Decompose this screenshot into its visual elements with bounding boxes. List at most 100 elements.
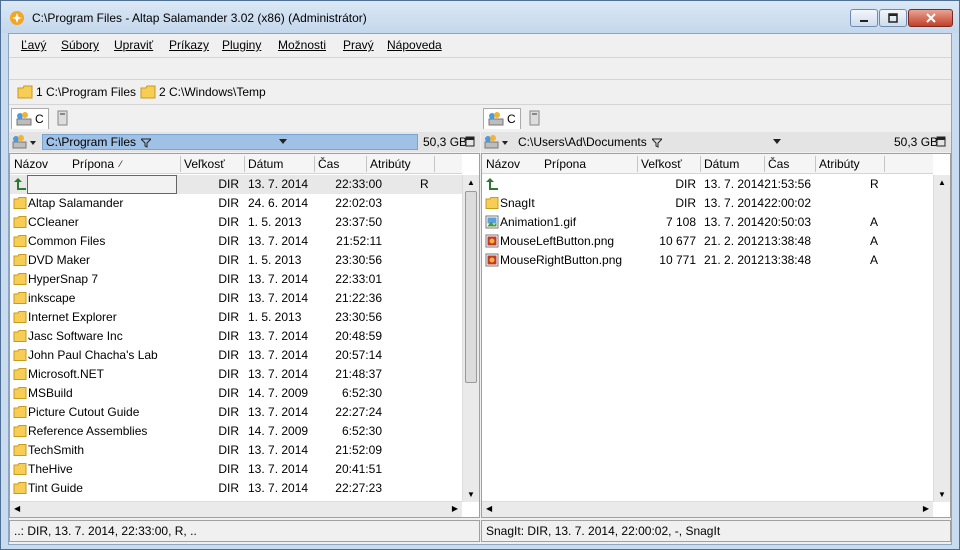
left-file-row[interactable]: Jasc Software Inc DIR 13. 7. 2014 20:48:59 <box>10 327 462 346</box>
right-file-panel[interactable]: Názov Prípona Veľkosť Dátum Čas Atribúty… <box>481 153 951 518</box>
scroll-down-icon[interactable]: ▼ <box>938 490 946 499</box>
menu-edit[interactable]: Upraviť <box>114 38 153 52</box>
col-extension[interactable]: Prípona <box>544 157 586 171</box>
drive-dropdown-icon[interactable] <box>12 134 38 150</box>
right-file-row[interactable]: MouseLeftButton.png 10 677 21. 2. 2012 13:3… <box>482 232 933 251</box>
col-name[interactable]: Názov <box>14 157 48 171</box>
menu-options[interactable]: Možnosti <box>278 38 326 52</box>
chevron-down-icon[interactable] <box>773 139 781 145</box>
file-size: DIR <box>675 196 696 210</box>
left-file-row[interactable]: Reference Assemblies DIR 14. 7. 2009 6:52:3… <box>10 422 462 441</box>
left-file-row[interactable]: TechSmith DIR 13. 7. 2014 21:52:09 <box>10 441 462 460</box>
left-file-row[interactable]: Tint Guide DIR 13. 7. 2014 22:27:23 <box>10 479 462 498</box>
hotpath-1[interactable]: 1 C:\Program Files <box>17 85 136 99</box>
col-size[interactable]: Veľkosť <box>641 157 682 171</box>
right-column-header: Názov Prípona Veľkosť Dátum Čas Atribúty <box>482 154 933 174</box>
right-drive-label: C <box>507 112 516 126</box>
left-file-row[interactable]: HyperSnap 7 DIR 13. 7. 2014 22:33:01 <box>10 270 462 289</box>
right-vertical-scrollbar[interactable]: ▲ ▼ <box>933 175 950 502</box>
col-separator[interactable] <box>366 156 367 172</box>
left-file-row[interactable]: CCleaner DIR 1. 5. 2013 23:37:50 <box>10 213 462 232</box>
left-horizontal-scrollbar[interactable]: ◀ ▶ <box>10 501 462 517</box>
close-button[interactable] <box>908 9 953 27</box>
maximize-button[interactable] <box>879 9 907 27</box>
left-vertical-scrollbar[interactable]: ▲ ▼ <box>462 175 479 502</box>
file-size: DIR <box>218 462 239 476</box>
folder-icon <box>13 349 27 361</box>
file-size: DIR <box>218 234 239 248</box>
menu-plugins[interactable]: Pluginy <box>222 38 261 52</box>
col-date[interactable]: Dátum <box>704 157 739 171</box>
left-file-row[interactable]: John Paul Chacha's Lab DIR 13. 7. 2014 20:5… <box>10 346 462 365</box>
title-bar[interactable]: C:\Program Files - Altap Salamander 3.02… <box>1 1 959 33</box>
network-drive-icon[interactable] <box>527 110 543 126</box>
col-time[interactable]: Čas <box>768 157 789 171</box>
col-name[interactable]: Názov <box>486 157 520 171</box>
left-scroll-thumb[interactable] <box>465 191 477 383</box>
col-size[interactable]: Veľkosť <box>184 157 225 171</box>
left-file-row[interactable]: MSBuild DIR 14. 7. 2009 6:52:30 <box>10 384 462 403</box>
file-size: DIR <box>218 405 239 419</box>
scroll-right-icon[interactable]: ▶ <box>923 504 929 513</box>
scroll-left-icon[interactable]: ◀ <box>14 504 20 513</box>
chevron-down-icon[interactable] <box>279 139 287 145</box>
drive-dropdown-icon[interactable] <box>484 134 510 150</box>
file-date: 13. 7. 2014 <box>248 462 309 476</box>
scroll-down-icon[interactable]: ▼ <box>467 490 475 499</box>
col-separator[interactable] <box>815 156 816 172</box>
right-file-row[interactable]: SnagIt DIR 13. 7. 2014 22:00:02 <box>482 194 933 213</box>
left-file-row[interactable]: DIR 13. 7. 2014 22:33:00 R <box>10 175 462 194</box>
panel-options-icon[interactable] <box>936 136 946 147</box>
menu-help[interactable]: Nápoveda <box>387 38 442 52</box>
col-extension[interactable]: Prípona <box>72 157 114 171</box>
right-file-row[interactable]: Animation1.gif 7 108 13. 7. 2014 20:50:03 A <box>482 213 933 232</box>
left-file-row[interactable]: Altap Salamander DIR 24. 6. 2014 22:02:03 <box>10 194 462 213</box>
panel-options-icon[interactable] <box>465 136 475 147</box>
filter-icon[interactable] <box>140 138 153 148</box>
scroll-left-icon[interactable]: ◀ <box>486 504 492 513</box>
scroll-up-icon[interactable]: ▲ <box>938 178 946 187</box>
left-file-row[interactable]: Microsoft.NET DIR 13. 7. 2014 21:48:37 <box>10 365 462 384</box>
menu-right[interactable]: Pravý <box>343 38 374 52</box>
col-date[interactable]: Dátum <box>248 157 283 171</box>
left-file-row[interactable]: DVD Maker DIR 1. 5. 2013 23:30:56 <box>10 251 462 270</box>
col-attributes[interactable]: Atribúty <box>370 157 411 171</box>
network-drive-icon[interactable] <box>55 110 71 126</box>
col-time[interactable]: Čas <box>318 157 339 171</box>
left-file-row[interactable]: Internet Explorer DIR 1. 5. 2013 23:30:56 <box>10 308 462 327</box>
right-file-row[interactable]: MouseRightButton.png 10 771 21. 2. 2012 13:… <box>482 251 933 270</box>
left-file-panel[interactable]: Názov Prípona ⁄ Veľkosť Dátum Čas Atribú… <box>9 153 480 518</box>
folder-icon <box>13 235 27 247</box>
image-file-icon <box>485 234 499 248</box>
col-separator[interactable] <box>244 156 245 172</box>
left-file-row[interactable]: inkscape DIR 13. 7. 2014 21:22:36 <box>10 289 462 308</box>
right-drive-tab[interactable]: C <box>483 108 521 129</box>
col-separator[interactable] <box>764 156 765 172</box>
scroll-up-icon[interactable]: ▲ <box>467 178 475 187</box>
left-file-row[interactable]: TheHive DIR 13. 7. 2014 20:41:51 <box>10 460 462 479</box>
left-file-row[interactable]: Picture Cutout Guide DIR 13. 7. 2014 22:27:… <box>10 403 462 422</box>
left-drive-label: C <box>35 112 44 126</box>
col-separator[interactable] <box>434 156 435 172</box>
hotpath-2[interactable]: 2 C:\Windows\Temp <box>140 85 266 99</box>
right-path-field[interactable]: C:\Users\Ad\Documents <box>514 134 890 150</box>
filter-icon[interactable] <box>650 138 664 148</box>
left-path-field[interactable]: C:\Program Files <box>42 134 418 150</box>
minimize-button[interactable] <box>850 9 878 27</box>
col-separator[interactable] <box>700 156 701 172</box>
right-horizontal-scrollbar[interactable]: ◀ ▶ <box>482 501 933 517</box>
file-date: 24. 6. 2014 <box>248 196 309 210</box>
menu-files[interactable]: Súbory <box>61 38 99 52</box>
menu-left[interactable]: Ľavý <box>21 38 46 52</box>
left-drive-tab[interactable]: C <box>11 108 49 129</box>
right-file-row[interactable]: DIR 13. 7. 2014 21:53:56 R <box>482 175 933 194</box>
col-separator[interactable] <box>884 156 885 172</box>
col-separator[interactable] <box>314 156 315 172</box>
salamander-app-icon[interactable] <box>9 10 25 26</box>
menu-commands[interactable]: Príkazy <box>169 38 209 52</box>
scroll-right-icon[interactable]: ▶ <box>452 504 458 513</box>
col-separator[interactable] <box>180 156 181 172</box>
left-file-row[interactable]: Common Files DIR 13. 7. 2014 21:52:11 <box>10 232 462 251</box>
col-attributes[interactable]: Atribúty <box>819 157 860 171</box>
col-separator[interactable] <box>637 156 638 172</box>
